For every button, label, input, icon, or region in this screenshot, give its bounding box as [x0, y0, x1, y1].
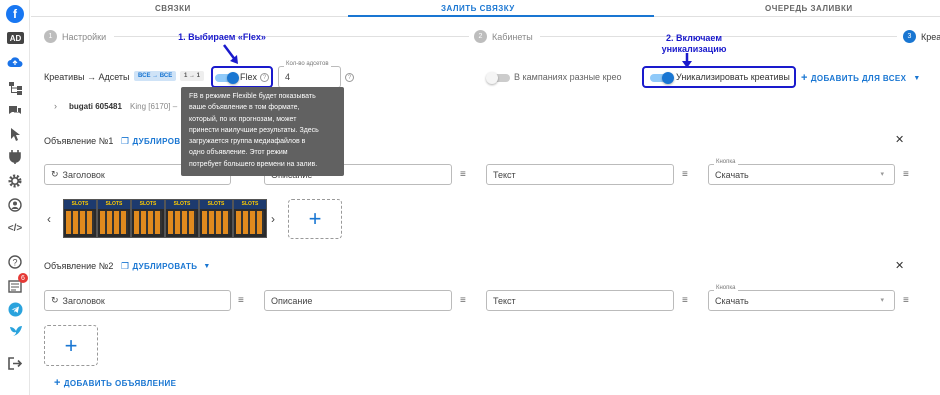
step-accounts[interactable]: 2 Кабинеты [474, 30, 533, 43]
creatives-adsets-label: Креативы → Адсеты [44, 72, 130, 82]
step-label: Настройки [62, 31, 107, 42]
uniqualize-label: Уникализировать креативы [676, 72, 790, 82]
account-extra: King [6170] – [130, 102, 178, 111]
svg-text:?: ? [12, 258, 17, 268]
ad1-title: Объявление №1 [44, 136, 114, 146]
bird-icon[interactable] [7, 323, 23, 339]
annotation-flex: 1. Выбираем «Flex» [178, 32, 266, 42]
cloud-upload-icon[interactable] [7, 54, 23, 70]
caret-down-icon: ▾ [880, 297, 884, 304]
active-tab-indicator [348, 15, 654, 17]
stepper-line [114, 36, 469, 37]
creative-thumbnail[interactable]: SLOTS [165, 199, 199, 238]
media-next-icon[interactable]: › [271, 212, 275, 226]
ad2-text-list-icon[interactable]: ≡ [682, 295, 688, 306]
ad2-duplicate-button[interactable]: ❐ ДУБЛИРОВАТЬ ▼ [121, 261, 211, 272]
plus-icon: + [54, 377, 61, 389]
caret-down-icon: ▼ [203, 263, 211, 270]
flex-label: Flex [240, 72, 258, 82]
flex-help-icon[interactable]: ? [260, 73, 269, 82]
ad1-duplicate-button[interactable]: ❐ ДУБЛИРОВ [121, 136, 181, 147]
annotation-unique: 2. Включаем уникализацию [661, 33, 727, 54]
step-label: Кабинеты [492, 31, 533, 42]
mode-one-to-one-chip[interactable]: 1 → 1 [180, 71, 205, 81]
ad1-button-select[interactable]: Кнопка Скачать ▾ [708, 159, 895, 185]
count-help-icon[interactable]: ? [345, 73, 354, 82]
ad1-add-media-button[interactable]: + [288, 199, 342, 239]
ad-icon[interactable]: AD [7, 32, 24, 44]
tab-upload-queue[interactable]: ОЧЕРЕДЬ ЗАЛИВКИ [765, 4, 853, 13]
caret-down-icon: ▾ [880, 171, 884, 178]
add-ad-button[interactable]: + ДОБАВИТЬ ОБЪЯВЛЕНИЕ [54, 377, 176, 389]
notification-badge: 6 [18, 273, 28, 283]
ad2-button-list-icon[interactable]: ≡ [903, 295, 909, 306]
logout-icon[interactable] [7, 355, 23, 371]
account-name: bugati 605481 [69, 102, 122, 111]
ad1-text-list-icon[interactable]: ≡ [682, 169, 688, 180]
annotation-arrow [223, 44, 238, 64]
adset-count-input[interactable]: Кол-во адсетов 4 [278, 61, 341, 88]
expand-chevron-icon[interactable]: › [54, 101, 57, 111]
step-creatives[interactable]: 3 Креат [903, 30, 940, 43]
help-icon[interactable]: ? [7, 254, 23, 270]
ad2-headline-input[interactable]: ↻ Заголовок [44, 290, 231, 311]
chat-icon[interactable] [7, 103, 23, 119]
user-icon[interactable] [7, 197, 23, 213]
ad1-text-input[interactable]: Текст [486, 164, 674, 185]
sidebar: f AD </> ? 6 [0, 0, 30, 395]
tab-upload-bundle[interactable]: ЗАЛИТЬ СВЯЗКУ [441, 4, 515, 13]
tab-bar: СВЯЗКИ ЗАЛИТЬ СВЯЗКУ ОЧЕРЕДЬ ЗАЛИВКИ [31, 0, 940, 17]
flex-tooltip: FB в режиме Flexible будет показывать ва… [181, 87, 344, 176]
ad2-description-input[interactable]: Описание [264, 290, 452, 311]
diff-creo-toggle[interactable] [486, 72, 510, 84]
creative-thumbnail[interactable]: SLOTS [233, 199, 267, 238]
ad2-text-input[interactable]: Текст [486, 290, 674, 311]
facebook-logo-icon[interactable]: f [6, 5, 24, 23]
media-prev-icon[interactable]: ‹ [47, 212, 51, 226]
refresh-icon: ↻ [51, 169, 59, 179]
copy-icon: ❐ [121, 261, 130, 271]
code-icon[interactable]: </> [7, 220, 23, 236]
step-label: Креат [921, 31, 940, 42]
uniqualize-toggle[interactable] [650, 72, 674, 84]
flex-toggle[interactable] [215, 72, 239, 84]
mode-all-to-all-chip[interactable]: ВСЕ → ВСЕ [134, 71, 177, 81]
creative-thumbnail[interactable]: SLOTS [131, 199, 165, 238]
caret-down-icon: ▼ [913, 74, 921, 82]
step-settings[interactable]: 1 Настройки [44, 30, 106, 43]
telegram-icon[interactable] [7, 301, 23, 317]
news-icon[interactable]: 6 [7, 273, 28, 294]
ad2-close-icon[interactable]: ✕ [895, 259, 904, 272]
ad2-title: Объявление №2 [44, 261, 114, 271]
copy-icon: ❐ [121, 136, 130, 146]
creative-thumbnail[interactable]: SLOTS [199, 199, 233, 238]
ad2-button-select[interactable]: Кнопка Скачать ▾ [708, 285, 895, 311]
ad1-description-list-icon[interactable]: ≡ [460, 169, 466, 180]
cursor-icon[interactable] [7, 126, 23, 142]
ad2-headline-list-icon[interactable]: ≡ [238, 295, 244, 306]
ad2-add-media-button[interactable]: + [44, 325, 98, 366]
gear-icon[interactable] [7, 173, 23, 189]
plus-icon: + [801, 72, 808, 84]
diff-creo-label: В кампаниях разные крео [514, 72, 622, 82]
refresh-icon: ↻ [51, 295, 59, 305]
adset-count-value: 4 [285, 72, 291, 82]
plug-icon[interactable] [7, 149, 23, 165]
ad1-close-icon[interactable]: ✕ [895, 133, 904, 146]
add-for-all-button[interactable]: + ДОБАВИТЬ ДЛЯ ВСЕХ ▼ [801, 72, 921, 84]
creative-thumbnail[interactable]: SLOTS [63, 199, 97, 238]
creative-thumbnail[interactable]: SLOTS [97, 199, 131, 238]
tab-bundles[interactable]: СВЯЗКИ [155, 4, 191, 13]
ad2-description-list-icon[interactable]: ≡ [460, 295, 466, 306]
ad1-button-list-icon[interactable]: ≡ [903, 169, 909, 180]
hierarchy-icon[interactable] [7, 80, 23, 96]
